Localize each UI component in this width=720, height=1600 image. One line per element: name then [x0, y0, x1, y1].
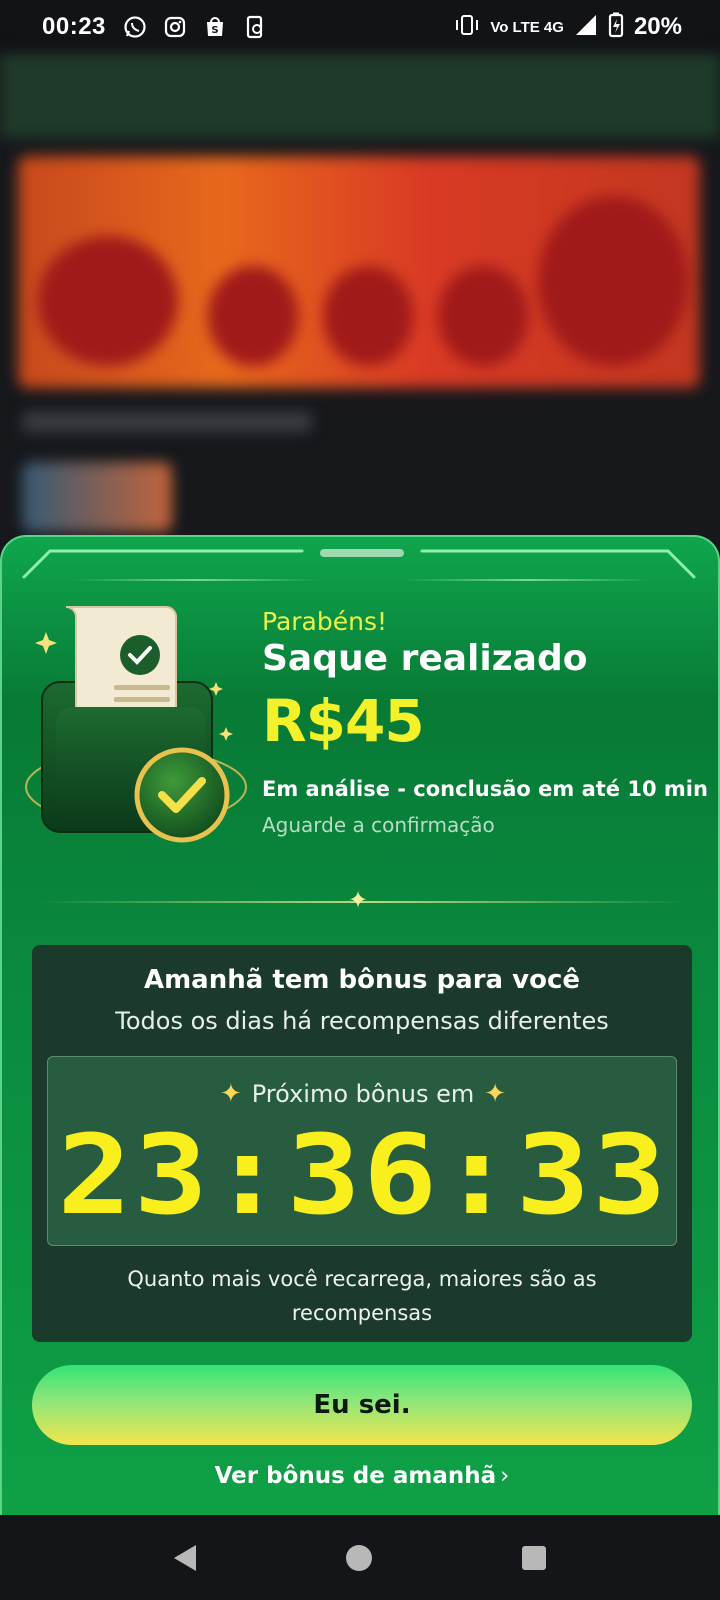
- home-icon[interactable]: [346, 1544, 372, 1571]
- shopping-bag-icon: S: [202, 14, 228, 40]
- bonus-note: Quanto mais você recarrega, maiores são …: [127, 1267, 597, 1325]
- view-tomorrow-bonus-link[interactable]: Ver bônus de amanhã ›: [2, 1463, 718, 1489]
- decoration-line-left: [72, 579, 322, 581]
- withdrawal-amount: R$45: [262, 687, 425, 755]
- countdown-box: ✦ Próximo bônus em ✦ 23:36:33: [47, 1056, 677, 1246]
- sparkle-right-icon: ✦: [484, 1079, 507, 1109]
- bonus-title: Amanhã tem bônus para você: [143, 965, 581, 995]
- phone-sync-icon: [242, 14, 268, 40]
- countdown-label: Próximo bônus em: [251, 1080, 475, 1108]
- battery-percent: 20%: [633, 13, 682, 40]
- background-banner: [18, 156, 700, 388]
- withdrawal-status: Em análise - conclusão em até 10 min: [262, 777, 708, 801]
- instagram-icon: [162, 14, 188, 40]
- whatsapp-icon: [122, 14, 148, 40]
- recent-apps-icon[interactable]: [522, 1545, 546, 1570]
- sheet-title: Saque realizado: [262, 638, 588, 679]
- wallet-receipt-check-icon: [25, 606, 247, 843]
- acknowledge-button[interactable]: Eu sei.: [32, 1365, 692, 1445]
- sparkle-icon: ✦: [348, 887, 369, 914]
- congrats-label: Parabéns!: [262, 607, 388, 636]
- background-thumbnail: [22, 462, 172, 532]
- svg-text:S: S: [211, 25, 218, 36]
- vibrate-icon: [454, 14, 480, 41]
- bonus-subtitle: Todos os dias há recompensas diferentes: [115, 1007, 609, 1035]
- chevron-right-icon: ›: [500, 1463, 510, 1489]
- back-icon[interactable]: [174, 1544, 196, 1571]
- sheet-frame-decoration: [22, 549, 696, 579]
- network-label: Vo LTE 4G: [490, 18, 564, 36]
- sparkle-left-icon: ✦: [219, 1079, 242, 1109]
- countdown-timer: 23:36:33: [57, 1111, 669, 1239]
- background-app-blurred: [0, 54, 720, 544]
- withdrawal-status-sub: Aguarde a confirmação: [262, 813, 495, 837]
- background-text-line: [22, 412, 312, 432]
- decoration-line-right: [402, 579, 652, 581]
- view-tomorrow-bonus-label: Ver bônus de amanhã: [214, 1463, 497, 1489]
- battery-charging-icon: [608, 12, 624, 43]
- background-header: [0, 54, 720, 138]
- withdrawal-success-sheet: Parabéns! Saque realizado R$45 Em anális…: [0, 535, 720, 1515]
- signal-icon: [574, 13, 598, 42]
- system-navigation-bar: [0, 1515, 720, 1600]
- status-bar: 00:23 S Vo LTE 4G 20%: [0, 0, 720, 54]
- countdown-label-row: ✦ Próximo bônus em ✦: [48, 1079, 678, 1109]
- tomorrow-bonus-panel: Amanhã tem bônus para você Todos os dias…: [32, 945, 692, 1342]
- status-time: 00:23: [42, 13, 106, 40]
